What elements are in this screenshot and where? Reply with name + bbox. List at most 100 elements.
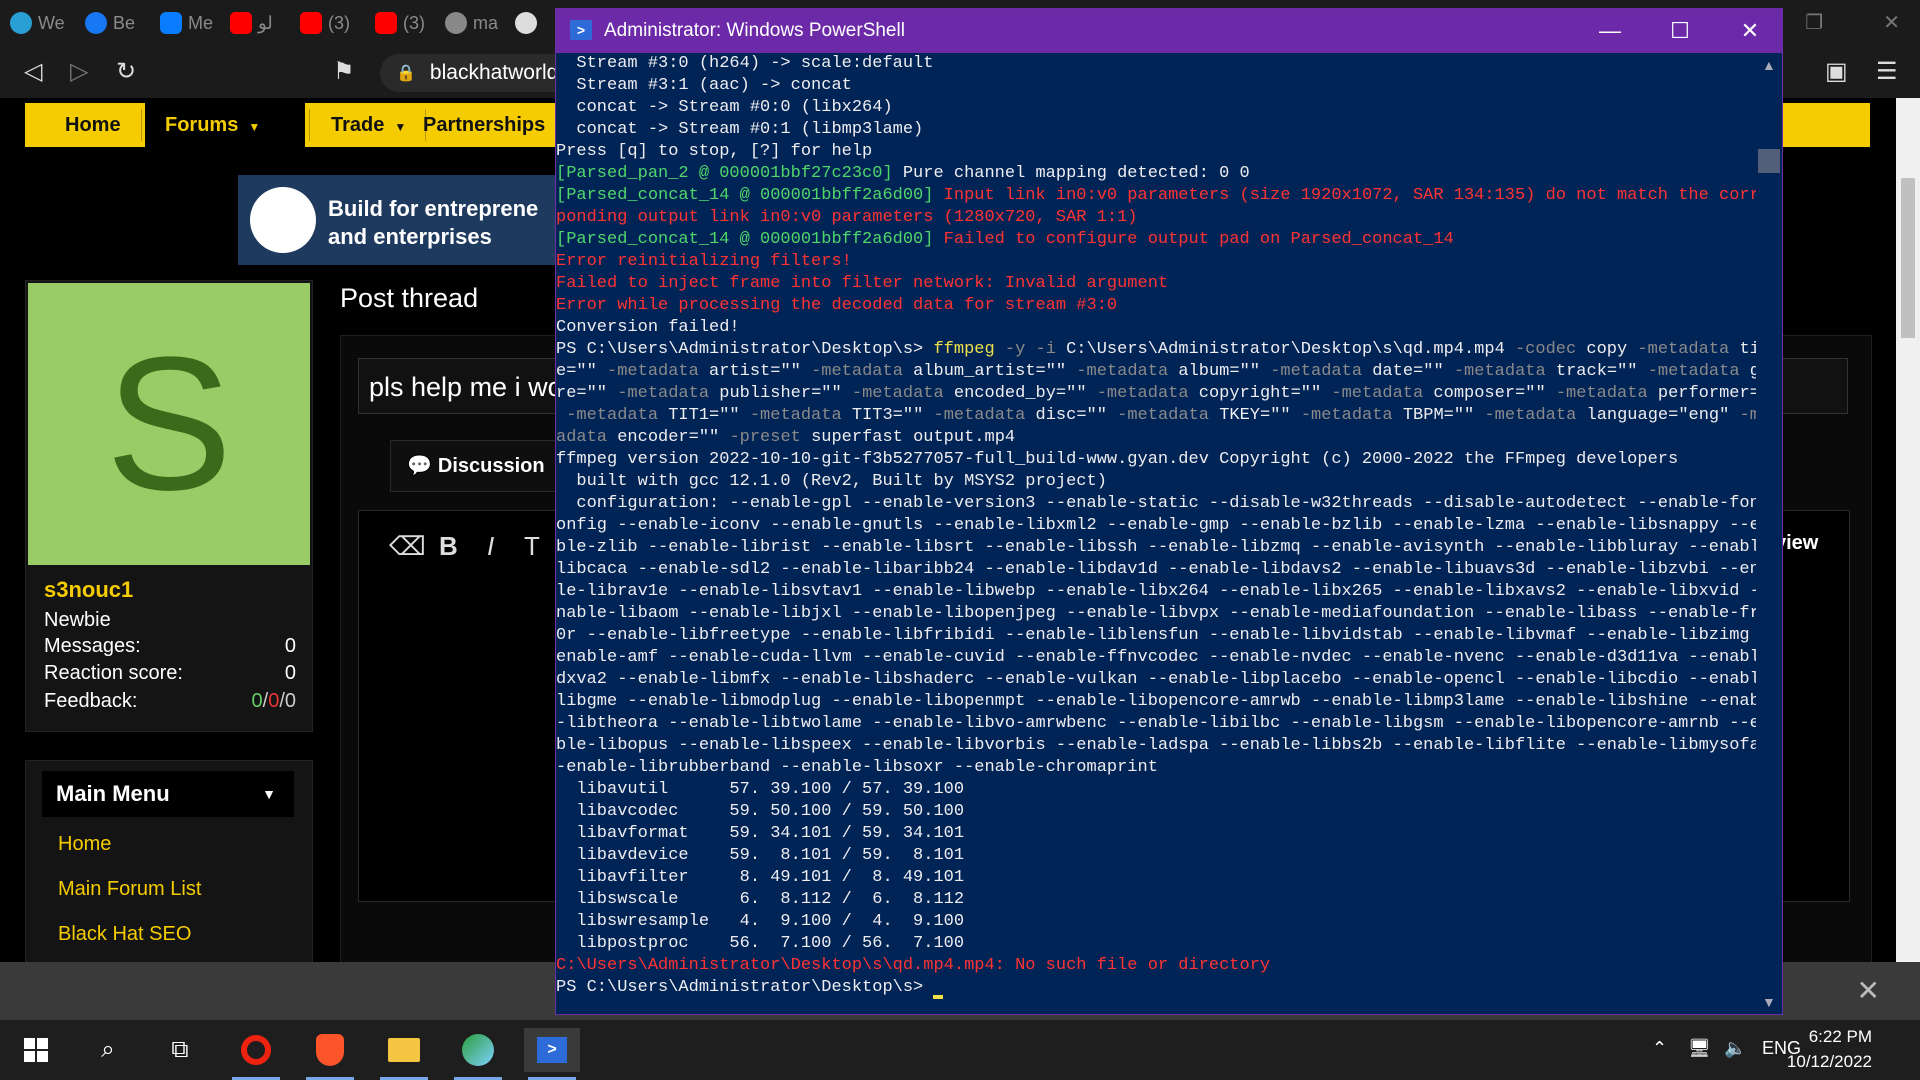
console-text: [Parsed_concat_14 @ 000001bbff2a6d00] — [556, 230, 944, 249]
restore-icon[interactable]: ❐ — [1805, 10, 1823, 35]
console-text: -enable-librubberband --enable-libsoxr -… — [556, 758, 1158, 777]
scroll-up-icon[interactable]: ▲ — [1762, 57, 1776, 73]
menu-item-black-hat-seo[interactable]: Black Hat SEO — [58, 923, 191, 946]
console-text: publisher="" — [719, 384, 852, 403]
console-text: libswscale 6. 8.112 / 6. 8.112 — [556, 890, 965, 909]
scrollbar-thumb[interactable] — [1901, 178, 1915, 338]
tab-label: We — [38, 12, 65, 33]
taskbar-idm[interactable] — [450, 1028, 506, 1080]
console-text: [Parsed_pan_2 @ 000001bbf27c23c0] — [556, 164, 903, 183]
console-line: libavdevice 59. 8.101 / 59. 8.101 — [556, 845, 1756, 867]
nav-partnerships-label: Partnerships — [423, 114, 546, 136]
console-line: libgme --enable-libmodplug --enable-libo… — [556, 691, 1756, 713]
back-icon[interactable]: ◁ — [24, 60, 42, 84]
system-clock[interactable]: 6:22 PM 10/12/2022 — [1787, 1024, 1872, 1074]
clock-date: 10/12/2022 — [1786, 1052, 1872, 1071]
maximize-button[interactable]: ☐ — [1650, 15, 1710, 47]
browser-tab[interactable]: We — [10, 8, 65, 38]
window-title-bar[interactable]: > Administrator: Windows PowerShell — ☐ … — [556, 9, 1782, 53]
console-text: e="" — [556, 362, 608, 381]
text-size-icon[interactable]: T — [524, 531, 540, 562]
taskbar-powershell[interactable]: > — [524, 1028, 580, 1080]
console-text: libcaca --enable-sdl2 --enable-libaribb2… — [556, 560, 1756, 579]
console-text: track="" — [1555, 362, 1648, 381]
console-scrollbar[interactable]: ▲ ▼ — [1756, 53, 1782, 1014]
taskbar-file-explorer[interactable] — [376, 1028, 432, 1080]
console-text: TIT1="" — [668, 406, 750, 425]
stat-label: Messages: — [44, 635, 141, 657]
banner-logo-icon — [250, 187, 316, 253]
italic-icon[interactable]: I — [487, 531, 494, 562]
feedback-neutral: 0 — [284, 690, 296, 712]
browser-tab[interactable]: Me — [160, 8, 213, 38]
stat-label: Reaction score: — [44, 662, 183, 684]
console-text: onfig --enable-iconv --enable-gnutls --e… — [556, 516, 1756, 535]
console-line: ffmpeg version 2022-10-10-git-f3b5277057… — [556, 449, 1756, 471]
task-view-button[interactable]: ⧉ — [152, 1028, 208, 1072]
divider — [141, 109, 142, 141]
feedback-negative: 0 — [268, 690, 280, 712]
menu-icon[interactable]: ☰ — [1876, 60, 1898, 84]
bookmark-icon[interactable]: ⚑ — [333, 60, 355, 84]
console-line: -libtheora --enable-libtwolame --enable-… — [556, 713, 1756, 735]
avatar[interactable]: S — [28, 283, 310, 565]
chevron-up-icon[interactable]: ⌃ — [1652, 1038, 1667, 1059]
windows-icon — [24, 1038, 48, 1062]
powershell-icon: > — [537, 1037, 567, 1063]
tab-discussion[interactable]: 💬 Discussion — [390, 440, 562, 492]
close-icon[interactable]: ✕ — [1883, 10, 1900, 35]
browser-tab[interactable]: (3) — [375, 8, 425, 38]
nav-trade[interactable]: Trade ▼ — [331, 103, 406, 147]
menu-item-home[interactable]: Home — [58, 833, 111, 856]
browser-tab[interactable]: (3) — [300, 8, 350, 38]
nav-home[interactable]: Home — [65, 103, 121, 147]
bold-icon[interactable]: B — [439, 531, 458, 562]
page-scrollbar[interactable] — [1896, 98, 1920, 1020]
browser-tab[interactable]: Be — [85, 8, 135, 38]
close-icon[interactable]: ✕ — [1857, 974, 1880, 1007]
console-line: re="" -metadata publisher="" -metadata e… — [556, 383, 1756, 405]
ad-banner[interactable]: Build for entreprene and enterprises — [238, 175, 558, 265]
console-text: -metadata — [1647, 362, 1750, 381]
nav-forums[interactable]: Forums ▼ — [145, 103, 305, 147]
forward-icon[interactable]: ▷ — [70, 60, 88, 84]
reload-icon[interactable]: ↻ — [116, 60, 136, 84]
console-line: Error while processing the decoded data … — [556, 295, 1756, 317]
taskbar-brave[interactable] — [302, 1028, 358, 1080]
feedback-values: 0/0/0 — [251, 690, 297, 712]
browser-tab[interactable]: ma — [445, 8, 498, 38]
main-menu-header[interactable]: Main Menu ▼ — [42, 771, 294, 817]
wallet-icon[interactable]: ▣ — [1825, 60, 1848, 84]
console-line: C:\Users\Administrator\Desktop\s\qd.mp4.… — [556, 955, 1756, 977]
console-text: ble-zlib --enable-librist --enable-libsr… — [556, 538, 1756, 557]
eraser-icon[interactable]: ⌫ — [389, 531, 426, 562]
console-text: dxva2 --enable-libmfx --enable-libshader… — [556, 670, 1756, 689]
console-text: composer="" — [1433, 384, 1556, 403]
console-output[interactable]: Stream #3:0 (h264) -> scale:default Stre… — [556, 53, 1756, 1013]
taskbar-opera[interactable] — [228, 1028, 284, 1080]
console-text: -metadata — [1331, 384, 1434, 403]
console-text: titl — [1739, 340, 1756, 359]
username[interactable]: s3nouc1 — [44, 577, 133, 603]
close-button[interactable]: ✕ — [1720, 15, 1780, 47]
network-icon[interactable]: 🖥 — [1688, 1038, 1711, 1059]
lock-icon: 🔒 — [396, 65, 416, 82]
scroll-down-icon[interactable]: ▼ — [1762, 994, 1776, 1010]
browser-tab[interactable]: لو — [230, 8, 273, 38]
volume-icon[interactable]: 🔈 — [1724, 1038, 1746, 1059]
tab-label: Me — [188, 12, 214, 33]
console-line: libavfilter 8. 49.101 / 8. 49.101 — [556, 867, 1756, 889]
console-text: -preset — [729, 428, 812, 447]
console-text: -metadata — [1300, 406, 1403, 425]
scrollbar-thumb[interactable] — [1758, 149, 1780, 173]
search-button[interactable]: ⌕ — [80, 1028, 136, 1072]
minimize-button[interactable]: — — [1580, 15, 1640, 47]
console-text: Error while processing the decoded data … — [556, 296, 1118, 315]
menu-item-main-forum-list[interactable]: Main Forum List — [58, 878, 201, 901]
console-line: Stream #3:1 (aac) -> concat — [556, 75, 1756, 97]
start-button[interactable] — [8, 1028, 64, 1072]
browser-tab[interactable] — [515, 8, 537, 38]
console-text: performer="" — [1657, 384, 1756, 403]
console-text: concat -> Stream #0:1 (libmp3lame) — [556, 120, 924, 139]
nav-partnerships[interactable]: Partnerships — [423, 103, 545, 147]
